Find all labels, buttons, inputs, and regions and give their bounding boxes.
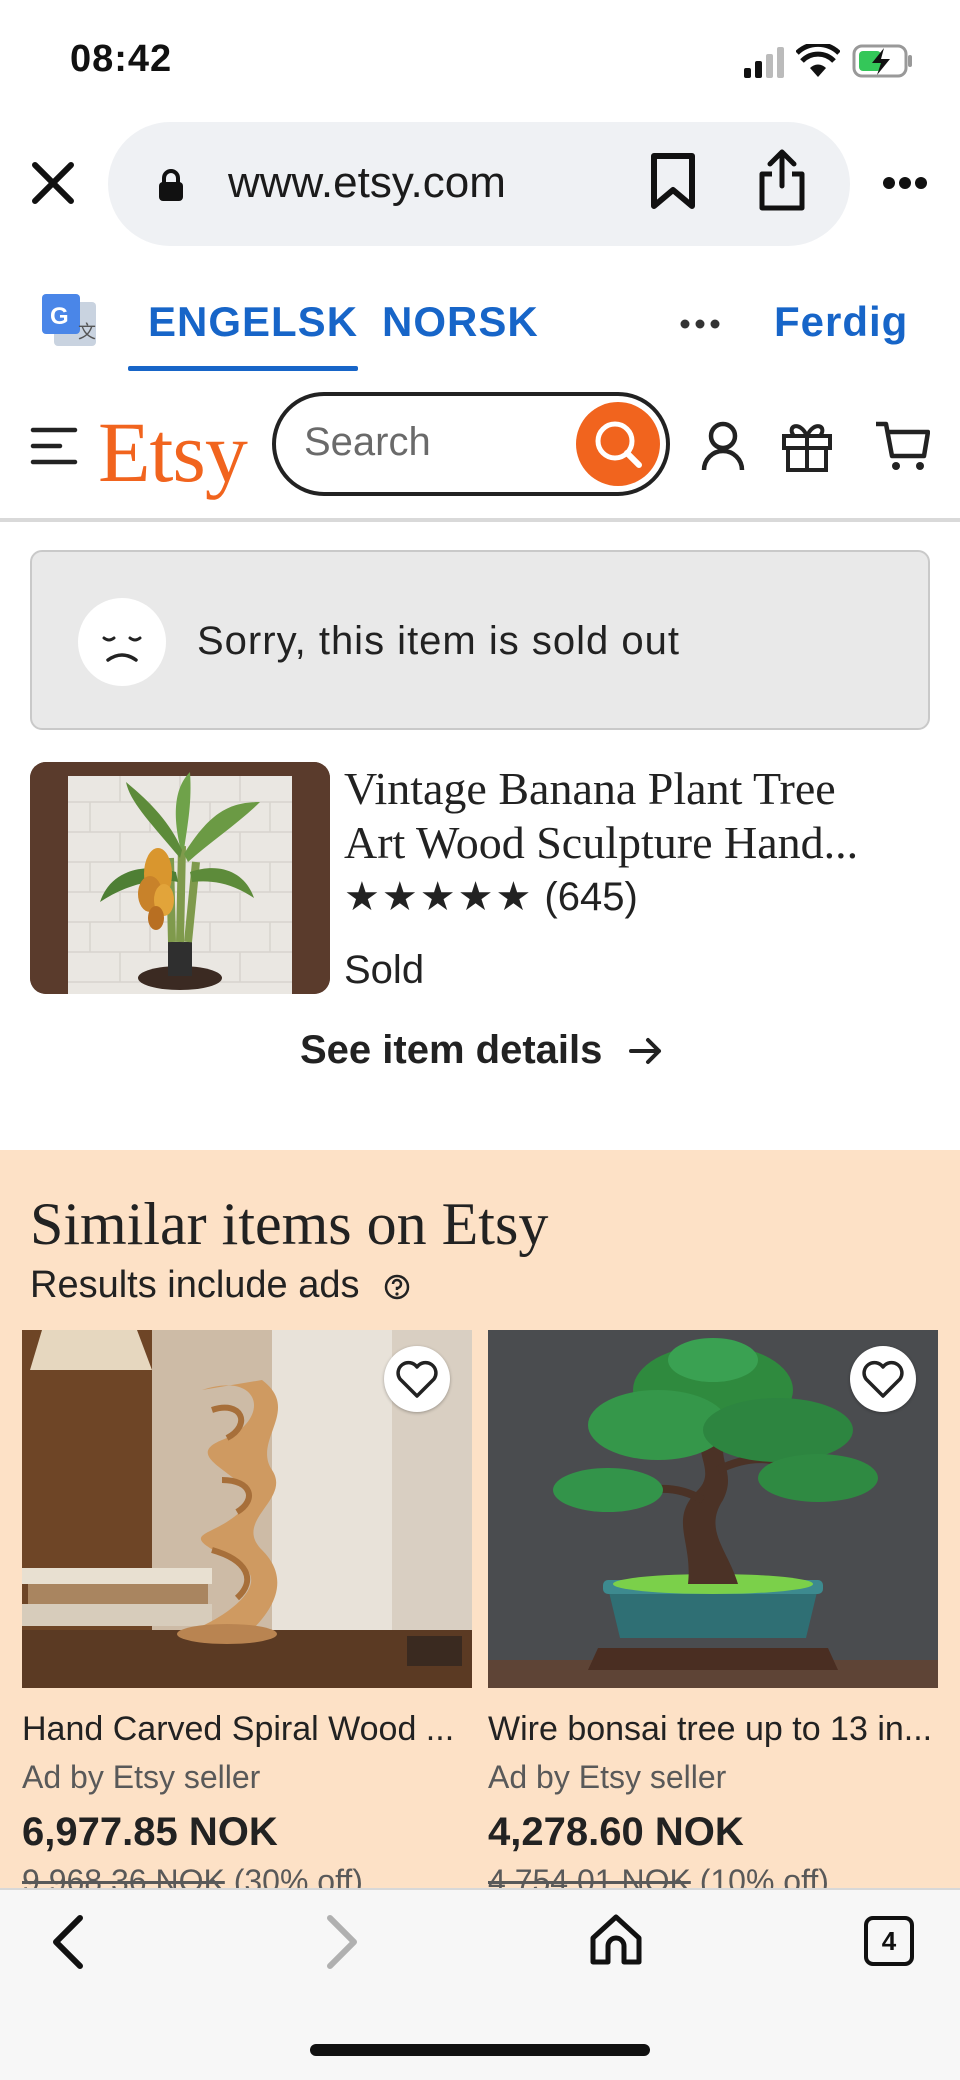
translate-more-icon[interactable]: [680, 316, 720, 334]
url-text[interactable]: www.etsy.com: [228, 158, 506, 208]
share-icon[interactable]: [756, 148, 808, 217]
similar-item-image[interactable]: [22, 1330, 472, 1688]
similar-item-image[interactable]: [488, 1330, 938, 1688]
header-divider: [0, 518, 960, 522]
cart-icon[interactable]: [874, 420, 931, 477]
tabs-button[interactable]: 4: [864, 1916, 914, 1966]
search-button[interactable]: [576, 402, 660, 486]
battery-charging-icon: [852, 44, 914, 83]
gift-icon[interactable]: [780, 418, 834, 477]
svg-text:文: 文: [78, 322, 96, 343]
help-icon[interactable]: [384, 1274, 410, 1300]
similar-item-seller: Ad by Etsy seller: [22, 1759, 261, 1795]
translate-done-button[interactable]: Ferdig: [774, 298, 908, 346]
discount-label: (10% off): [699, 1863, 829, 1888]
forward-icon[interactable]: [322, 1912, 362, 1977]
tab-active-underline: [128, 366, 358, 371]
search-box[interactable]: [272, 392, 670, 496]
menu-icon[interactable]: [30, 426, 78, 471]
item-title-line-1: Vintage Banana Plant Tree: [344, 763, 836, 814]
bookmark-icon[interactable]: [650, 152, 696, 215]
similar-item-original-price: 4,754.01 NOK (10% off): [488, 1863, 938, 1888]
similar-item-card[interactable]: Wire bonsai tree up to 13 in... Ad by Et…: [488, 1330, 938, 1888]
account-icon[interactable]: [700, 420, 746, 477]
similar-item-card[interactable]: Hand Carved Spiral Wood ... Ad by Etsy s…: [22, 1330, 472, 1888]
similar-item-seller: Ad by Etsy seller: [488, 1759, 727, 1795]
item-status: Sold: [344, 948, 425, 992]
more-options-icon[interactable]: [882, 176, 928, 195]
svg-text:G: G: [50, 303, 69, 330]
sold-out-text: Sorry, this item is sold out: [197, 619, 680, 663]
similar-items-title: Similar items on Etsy: [30, 1191, 549, 1257]
see-item-details-label: See item details: [300, 1028, 603, 1072]
google-translate-icon[interactable]: G文: [40, 292, 98, 355]
item-title-line-2: Art Wood Sculpture Hand...: [344, 817, 859, 868]
see-item-details-link[interactable]: See item details: [300, 1028, 664, 1073]
favorite-button[interactable]: [850, 1346, 916, 1412]
similar-item-original-price: 9,968.36 NOK (30% off): [22, 1863, 472, 1888]
tab-lang-english[interactable]: ENGELSK: [148, 298, 358, 346]
home-icon[interactable]: [588, 1912, 644, 1973]
arrow-right-icon: [628, 1038, 661, 1064]
tab-lang-norwegian[interactable]: NORSK: [382, 298, 539, 346]
heart-icon: [862, 1360, 904, 1398]
wifi-icon: [795, 41, 841, 83]
home-indicator: [310, 2044, 650, 2056]
status-time: 08:42: [70, 38, 173, 80]
discount-label: (30% off): [233, 1863, 363, 1888]
similar-item-price: 6,977.85 NOK: [22, 1810, 278, 1854]
ads-disclosure-text: Results include ads: [30, 1264, 360, 1306]
similar-items-section: Similar items on Etsy Results include ad…: [0, 1150, 960, 1888]
back-icon[interactable]: [48, 1912, 88, 1977]
item-rating: ★★★★★ (645): [344, 874, 638, 920]
cellular-signal-icon: [742, 46, 788, 83]
tab-count: 4: [881, 1926, 897, 1956]
heart-icon: [396, 1360, 438, 1398]
item-title[interactable]: Vintage Banana Plant Tree Art Wood Sculp…: [344, 762, 944, 870]
similar-item-title[interactable]: Wire bonsai tree up to 13 in...: [488, 1710, 938, 1749]
review-count: (645): [544, 875, 638, 919]
search-icon: [595, 421, 642, 468]
similar-item-title[interactable]: Hand Carved Spiral Wood ...: [22, 1710, 472, 1749]
etsy-logo[interactable]: Etsy: [98, 402, 248, 502]
lock-icon: [158, 168, 184, 207]
star-rating-icon: ★★★★★: [344, 875, 534, 919]
sad-face-icon: [78, 598, 166, 691]
similar-item-price: 4,278.60 NOK: [488, 1810, 744, 1854]
similar-items-subtitle: Results include ads: [30, 1264, 410, 1307]
item-image[interactable]: [30, 762, 330, 994]
search-input[interactable]: [304, 420, 554, 465]
original-price-value: 9,968.36 NOK: [22, 1863, 225, 1888]
favorite-button[interactable]: [384, 1346, 450, 1412]
original-price-value: 4,754.01 NOK: [488, 1863, 691, 1888]
close-icon[interactable]: [30, 160, 76, 211]
sold-out-notice: Sorry, this item is sold out: [30, 550, 930, 730]
